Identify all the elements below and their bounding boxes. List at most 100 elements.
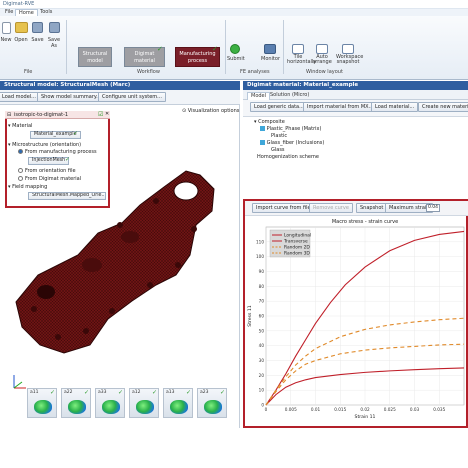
thumbnail-label: a33	[98, 390, 107, 395]
thumbnail-check-icon: ✓	[117, 389, 123, 396]
snapshot-button[interactable]: Snapshot	[356, 203, 388, 213]
legend-label: Random 2D	[284, 245, 310, 251]
tree-composite-label: Composite	[258, 119, 285, 125]
orientation-thumbnail[interactable]: a22 ✓	[61, 388, 91, 418]
phase-icon	[260, 140, 265, 145]
x-tick-label: 0.03	[410, 407, 420, 412]
mesh-hole	[173, 181, 199, 201]
y-tick-label: 40	[259, 343, 265, 348]
thumbnail-label: a13	[166, 390, 175, 395]
structural-toolbar: Load model... Show model summary... Conf…	[0, 90, 240, 105]
arrange-label: Auto arrange	[312, 54, 332, 65]
y-axis-label: Stress 11	[247, 305, 253, 327]
title-bar: Digimat-RVE	[0, 0, 468, 9]
legend-label: Random 3D	[284, 251, 310, 257]
x-axis-label: Strain 11	[355, 414, 376, 420]
status-area	[0, 428, 468, 468]
load-material-button[interactable]: Load material...	[371, 102, 419, 112]
structural-model-button[interactable]: Structural model	[78, 47, 112, 67]
tree-item-composite[interactable]: ▾ Composite	[254, 119, 285, 125]
y-tick-label: 80	[259, 284, 265, 289]
ribbon-separator	[283, 20, 284, 74]
y-tick-label: 110	[256, 239, 264, 244]
new-button[interactable]: New	[0, 22, 12, 43]
ribbon-separator	[225, 20, 226, 74]
orientation-blob	[34, 400, 52, 414]
submit-icon	[229, 44, 240, 54]
x-tick-label: 0.005	[285, 407, 297, 412]
auto-arrange-button[interactable]: Auto arrange	[312, 44, 332, 65]
submit-button[interactable]: Submit	[227, 44, 245, 62]
monitor-button[interactable]: Monitor	[261, 44, 281, 62]
remove-curve-button[interactable]: Remove curve	[309, 203, 353, 213]
ribbon-separator	[66, 20, 67, 74]
orientation-thumbnail[interactable]: a33 ✓	[95, 388, 125, 418]
thumbnail-label: a23	[200, 390, 209, 395]
y-tick-label: 100	[256, 254, 264, 259]
structural-panel-title: Structural model: StructuralMesh (Marc)	[4, 82, 131, 88]
thumbnail-check-icon: ✓	[83, 389, 89, 396]
orientation-thumbnail[interactable]: a13 ✓	[163, 388, 193, 418]
y-tick-label: 70	[259, 299, 265, 304]
import-mx-button[interactable]: Import material from MX...	[303, 102, 378, 112]
group-label-fe: FE analyses	[240, 69, 270, 75]
legend-label: Longitudinal	[284, 233, 311, 239]
show-summary-button[interactable]: Show model summary...	[37, 92, 105, 102]
x-tick-label: 0.025	[384, 407, 396, 412]
monitor-label: Monitor	[261, 56, 281, 62]
group-label-layout: Window layout	[306, 69, 343, 75]
material-tree: ▾ Composite Plastic_Phase (Matrix) Plast…	[243, 116, 468, 196]
orientation-thumbnail[interactable]: a12 ✓	[129, 388, 159, 418]
thumbnail-label: a22	[64, 390, 73, 395]
thumbnail-check-icon: ✓	[49, 389, 55, 396]
save-as-button[interactable]: Save As	[45, 22, 63, 49]
snapshot-icon	[342, 44, 354, 54]
legend-label: Transverse	[283, 239, 308, 245]
mesh-model[interactable]	[0, 105, 240, 388]
orientation-thumbnail[interactable]: a23 ✓	[197, 388, 227, 418]
group-label-workflow: Workflow	[137, 69, 160, 75]
workflow-check-icon: ✓	[157, 45, 163, 53]
save-button[interactable]: Save	[31, 22, 44, 43]
orientation-blob	[136, 400, 154, 414]
new-label: New	[0, 37, 12, 43]
monitor-icon	[263, 44, 276, 54]
load-model-button[interactable]: Load model...	[0, 92, 40, 102]
y-tick-label: 10	[259, 388, 265, 393]
mesh-cavity	[37, 285, 55, 299]
max-strain-input[interactable]: 0.04	[426, 204, 440, 212]
tree-item-homogenization[interactable]: Homogenization scheme	[257, 154, 319, 160]
material-tabs: Model Solution (Micro)	[243, 90, 468, 100]
x-tick-label: 0.015	[334, 407, 346, 412]
tile-icon	[292, 44, 304, 54]
x-tick-label: 0.02	[360, 407, 370, 412]
structural-panel-header: Structural model: StructuralMesh (Marc)	[0, 81, 240, 90]
tree-item-glass[interactable]: Glass	[271, 147, 285, 153]
tree-item-matrix[interactable]: Plastic_Phase (Matrix)	[260, 126, 321, 132]
create-material-button[interactable]: Create new material...	[418, 102, 468, 112]
tab-tools[interactable]: Tools	[37, 9, 55, 16]
workspace-snapshot-button[interactable]: Workspace snapshot	[336, 44, 364, 65]
ribbon: New Open Save Save As Structural model D…	[0, 16, 468, 80]
load-generic-button[interactable]: Load generic data...	[250, 102, 308, 112]
tree-matrix-label: Plastic_Phase (Matrix)	[266, 126, 322, 132]
configure-units-button[interactable]: Configure unit system...	[98, 92, 166, 102]
save-as-icon	[48, 22, 60, 33]
tree-item-fiber[interactable]: Glass_fiber (Inclusions)	[260, 140, 324, 146]
ribbon-tabs: File Home Tools	[0, 9, 468, 16]
tile-horizontally-button[interactable]: Tile horizontally	[287, 44, 316, 65]
open-label: Open	[14, 37, 28, 43]
thumbnail-check-icon: ✓	[219, 389, 225, 396]
open-button[interactable]: Open	[13, 22, 29, 43]
folder-icon	[14, 22, 28, 33]
tree-item-plastic[interactable]: Plastic	[271, 133, 287, 139]
group-label-file: File	[24, 69, 33, 75]
snapshot-label: Workspace snapshot	[336, 54, 364, 65]
orientation-blob	[204, 400, 222, 414]
y-tick-label: 20	[259, 373, 265, 378]
tree-glass-label: Glass	[271, 147, 285, 153]
y-tick-label: 30	[259, 358, 265, 363]
orientation-thumbnail[interactable]: a11 ✓	[27, 388, 57, 418]
tab-solution[interactable]: Solution (Micro)	[267, 92, 312, 100]
tab-home[interactable]: Home	[15, 9, 38, 16]
